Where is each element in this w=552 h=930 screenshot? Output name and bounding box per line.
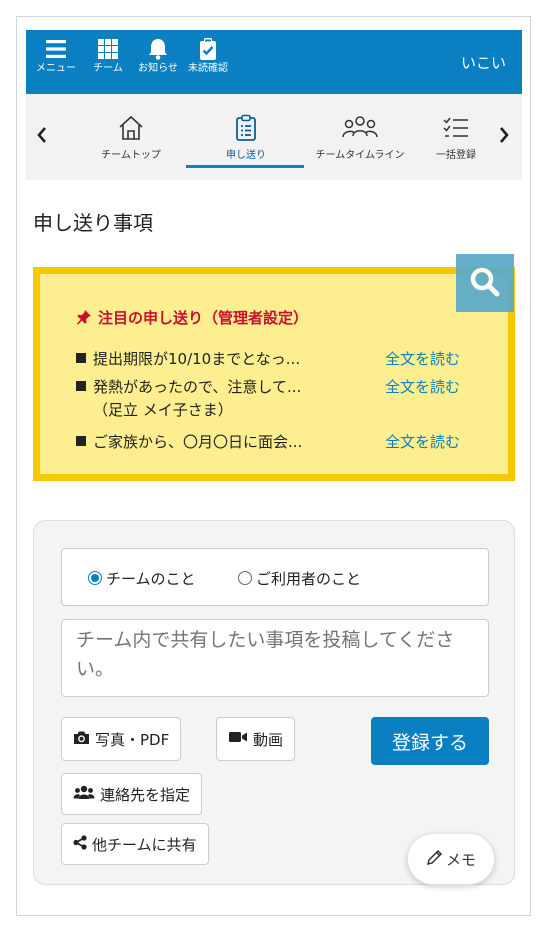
post-textarea[interactable] [61,619,489,697]
pinned-item-text: ご家族から、〇月〇日に面会... [93,433,303,451]
tab-bulk-register[interactable]: 一括登録 [424,114,488,161]
tab-bulk-register-label: 一括登録 [436,150,476,161]
tab-handover[interactable]: 申し送り [201,114,291,161]
users-icon [73,785,100,804]
pencil-icon [426,849,446,870]
home-icon [86,114,176,142]
compose-card: チームのこと ご利用者のこと 写真・PDF 動画 登録する 連絡先を指定 [33,520,515,885]
memo-label: メモ [445,850,476,869]
read-more-link[interactable]: 全文を読む [385,431,460,452]
bullet-square [76,353,86,363]
pinned-item: 提出期限が10/10までとなっ... [76,348,300,369]
memo-button[interactable]: メモ [407,833,495,885]
top-header: メニュー チーム お知らせ 未読確認 いこい [26,30,522,94]
read-more-link[interactable]: 全文を読む [385,376,460,397]
share-icon [73,834,92,854]
user-name[interactable]: いこい [461,52,506,73]
specify-contacts-label: 連絡先を指定 [100,785,191,804]
team-label: チーム [93,63,123,74]
search-button[interactable] [456,254,514,312]
menu-label: メニュー [36,63,76,74]
photo-pdf-label: 写真・PDF [95,730,170,749]
nav-next-arrow[interactable] [498,126,510,149]
page-title: 申し送り事項 [33,211,153,235]
pinned-item-text: 提出期限が10/10までとなっ... [93,350,301,368]
pinned-title: 注目の申し送り（管理者設定） [76,307,308,329]
photo-pdf-button[interactable]: 写真・PDF [61,717,182,761]
clipboard-list-icon [201,114,291,142]
tab-team-top[interactable]: チームトップ [86,114,176,161]
radio-unchecked-icon [238,571,252,585]
pin-icon [76,309,92,329]
pinned-item: 発熱があったので、注意して... （足立 メイ子さま） [76,376,301,420]
pinned-item-subtext: （足立 メイ子さま） [93,401,233,419]
share-other-team-button[interactable]: 他チームに共有 [61,823,209,865]
radio-team-label: チームのこと [106,570,196,588]
app-frame: メニュー チーム お知らせ 未読確認 いこい チームトップ 申し送り チームタイ… [16,16,531,916]
bullet-square [76,381,86,391]
radio-team[interactable]: チームのこと [88,568,196,589]
submit-button[interactable]: 登録する [371,717,489,765]
tab-handover-label: 申し送り [226,150,266,161]
tab-team-timeline-label: チームタイムライン [315,150,405,161]
specify-contacts-button[interactable]: 連絡先を指定 [61,773,203,815]
tab-team-top-label: チームトップ [101,150,161,161]
notifications-button[interactable]: お知らせ [134,38,182,75]
sub-navigation: チームトップ 申し送り チームタイムライン 一括登録 [26,94,522,180]
bullet-square [76,436,86,446]
nav-prev-arrow[interactable] [36,126,48,149]
unread-check-button[interactable]: 未読確認 [184,38,232,75]
bell-icon [134,38,182,60]
clipboard-check-icon [184,38,232,60]
camera-icon [73,730,95,749]
checklist-icon [424,114,488,142]
video-label: 動画 [253,730,284,749]
pinned-title-text: 注目の申し送り（管理者設定） [98,309,309,327]
people-icon [304,114,416,142]
video-camera-icon [228,730,253,748]
grid-icon [84,38,132,60]
pinned-item-text: 発熱があったので、注意して... [93,378,302,396]
radio-checked-icon [88,571,102,585]
tab-team-timeline[interactable]: チームタイムライン [304,114,416,161]
team-button[interactable]: チーム [84,38,132,75]
read-more-link[interactable]: 全文を読む [385,348,460,369]
pinned-handovers-box: 注目の申し送り（管理者設定） 提出期限が10/10までとなっ... 全文を読む … [33,267,515,481]
menu-icon [32,38,80,60]
unread-check-label: 未読確認 [188,63,228,74]
radio-client[interactable]: ご利用者のこと [238,568,361,589]
radio-client-label: ご利用者のこと [256,570,362,588]
share-other-team-label: 他チームに共有 [92,835,197,854]
video-button[interactable]: 動画 [216,717,296,761]
active-tab-indicator [186,165,304,168]
menu-button[interactable]: メニュー [32,38,80,75]
notifications-label: お知らせ [138,63,178,74]
pinned-item: ご家族から、〇月〇日に面会... [76,431,302,452]
category-radio-group: チームのこと ご利用者のこと [61,548,489,606]
